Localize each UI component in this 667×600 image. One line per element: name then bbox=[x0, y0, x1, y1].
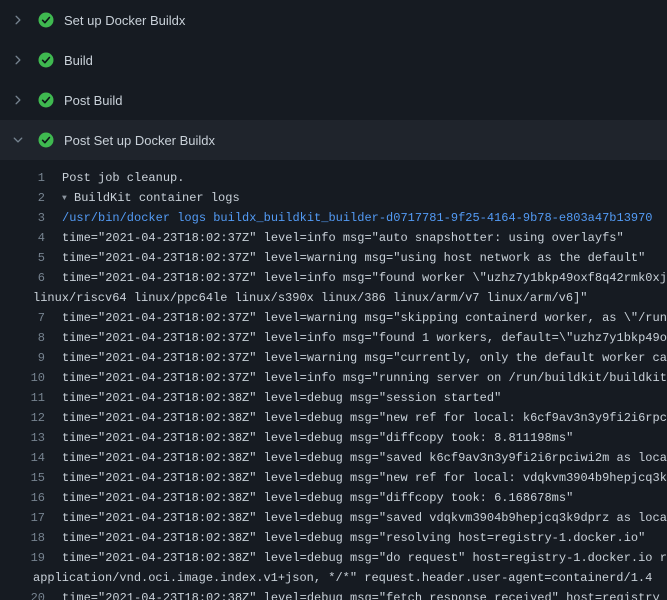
log-text: time="2021-04-23T18:02:38Z" level=debug … bbox=[45, 548, 667, 568]
log-text: time="2021-04-23T18:02:37Z" level=info m… bbox=[45, 368, 667, 388]
log-line-number[interactable]: 4 bbox=[0, 228, 45, 248]
log-command-text: /usr/bin/docker logs buildx_buildkit_bui… bbox=[45, 208, 667, 228]
check-circle-icon bbox=[38, 132, 54, 148]
log-text: time="2021-04-23T18:02:38Z" level=debug … bbox=[45, 468, 667, 488]
log-line-19-wrap: application/vnd.oci.image.index.v1+json,… bbox=[0, 568, 667, 588]
log-line-number[interactable]: 12 bbox=[0, 408, 45, 428]
log-text: time="2021-04-23T18:02:37Z" level=warnin… bbox=[45, 308, 667, 328]
log-line-number[interactable]: 2 bbox=[0, 188, 45, 208]
log-line-14: 14time="2021-04-23T18:02:38Z" level=debu… bbox=[0, 448, 667, 468]
log-line-number[interactable]: 14 bbox=[0, 448, 45, 468]
log-line-number[interactable]: 1 bbox=[0, 168, 45, 188]
log-line-16: 16time="2021-04-23T18:02:38Z" level=debu… bbox=[0, 488, 667, 508]
log-line-number[interactable]: 18 bbox=[0, 528, 45, 548]
section-header-build[interactable]: Build bbox=[0, 40, 667, 80]
section-label: Set up Docker Buildx bbox=[64, 13, 185, 28]
log-line-7: 7time="2021-04-23T18:02:37Z" level=warni… bbox=[0, 308, 667, 328]
log-line-number[interactable]: 7 bbox=[0, 308, 45, 328]
log-line-number[interactable]: 6 bbox=[0, 268, 45, 288]
log-text: time="2021-04-23T18:02:38Z" level=debug … bbox=[45, 508, 667, 528]
log-line-number[interactable]: 19 bbox=[0, 548, 45, 568]
log-line-18: 18time="2021-04-23T18:02:38Z" level=debu… bbox=[0, 528, 667, 548]
check-circle-icon bbox=[38, 12, 54, 28]
log-line-number[interactable]: 11 bbox=[0, 388, 45, 408]
log-text: time="2021-04-23T18:02:38Z" level=debug … bbox=[45, 408, 667, 428]
log-line-number[interactable]: 16 bbox=[0, 488, 45, 508]
log-line-3: 3/usr/bin/docker logs buildx_buildkit_bu… bbox=[0, 208, 667, 228]
log-line-number[interactable]: 15 bbox=[0, 468, 45, 488]
log-line-15: 15time="2021-04-23T18:02:38Z" level=debu… bbox=[0, 468, 667, 488]
log-text: time="2021-04-23T18:02:38Z" level=debug … bbox=[45, 448, 667, 468]
group-collapse-icon[interactable]: ▼ bbox=[62, 189, 67, 208]
log-text: time="2021-04-23T18:02:37Z" level=warnin… bbox=[45, 348, 667, 368]
log-line-12: 12time="2021-04-23T18:02:38Z" level=debu… bbox=[0, 408, 667, 428]
log-text: time="2021-04-23T18:02:37Z" level=info m… bbox=[45, 268, 667, 288]
log-text: time="2021-04-23T18:02:38Z" level=debug … bbox=[45, 388, 667, 408]
log-line-number[interactable]: 5 bbox=[0, 248, 45, 268]
log-text: Post job cleanup. bbox=[45, 168, 667, 188]
log-line-8: 8time="2021-04-23T18:02:37Z" level=info … bbox=[0, 328, 667, 348]
chevron-right-icon bbox=[12, 54, 24, 66]
log-line-number[interactable]: 20 bbox=[0, 588, 45, 600]
log-line-2: 2▼ BuildKit container logs bbox=[0, 188, 667, 208]
log-line-10: 10time="2021-04-23T18:02:37Z" level=info… bbox=[0, 368, 667, 388]
log-line-17: 17time="2021-04-23T18:02:38Z" level=debu… bbox=[0, 508, 667, 528]
log-line-6-wrap: linux/riscv64 linux/ppc64le linux/s390x … bbox=[0, 288, 667, 308]
log-content: 1Post job cleanup.2▼ BuildKit container … bbox=[0, 160, 667, 600]
log-line-number[interactable]: 17 bbox=[0, 508, 45, 528]
log-line-11: 11time="2021-04-23T18:02:38Z" level=debu… bbox=[0, 388, 667, 408]
section-header-post-build[interactable]: Post Build bbox=[0, 80, 667, 120]
section-label: Post Set up Docker Buildx bbox=[64, 133, 215, 148]
log-text: time="2021-04-23T18:02:37Z" level=warnin… bbox=[45, 248, 667, 268]
log-line-19: 19time="2021-04-23T18:02:38Z" level=debu… bbox=[0, 548, 667, 568]
section-header-set-up-docker-buildx[interactable]: Set up Docker Buildx bbox=[0, 0, 667, 40]
log-line-4: 4time="2021-04-23T18:02:37Z" level=info … bbox=[0, 228, 667, 248]
log-text: time="2021-04-23T18:02:38Z" level=debug … bbox=[45, 488, 667, 508]
log-line-9: 9time="2021-04-23T18:02:37Z" level=warni… bbox=[0, 348, 667, 368]
chevron-down-icon bbox=[12, 134, 24, 146]
log-text: time="2021-04-23T18:02:38Z" level=debug … bbox=[45, 528, 667, 548]
log-line-1: 1Post job cleanup. bbox=[0, 168, 667, 188]
log-line-number[interactable]: 8 bbox=[0, 328, 45, 348]
log-line-6: 6time="2021-04-23T18:02:37Z" level=info … bbox=[0, 268, 667, 288]
section-header-post-set-up-docker-buildx[interactable]: Post Set up Docker Buildx bbox=[0, 120, 667, 160]
log-line-13: 13time="2021-04-23T18:02:38Z" level=debu… bbox=[0, 428, 667, 448]
log-line-number[interactable]: 9 bbox=[0, 348, 45, 368]
log-line-number[interactable]: 3 bbox=[0, 208, 45, 228]
log-line-20: 20time="2021-04-23T18:02:38Z" level=debu… bbox=[0, 588, 667, 600]
check-circle-icon bbox=[38, 92, 54, 108]
section-label: Build bbox=[64, 53, 93, 68]
log-group-header[interactable]: ▼ BuildKit container logs bbox=[45, 188, 667, 208]
chevron-right-icon bbox=[12, 14, 24, 26]
log-line-number[interactable]: 10 bbox=[0, 368, 45, 388]
section-label: Post Build bbox=[64, 93, 123, 108]
chevron-right-icon bbox=[12, 94, 24, 106]
log-line-number[interactable]: 13 bbox=[0, 428, 45, 448]
check-circle-icon bbox=[38, 52, 54, 68]
actions-log-viewer: Set up Docker Buildx Build Post Build Post … bbox=[0, 0, 667, 600]
log-text: time="2021-04-23T18:02:38Z" level=debug … bbox=[45, 588, 667, 600]
log-line-5: 5time="2021-04-23T18:02:37Z" level=warni… bbox=[0, 248, 667, 268]
log-text: time="2021-04-23T18:02:37Z" level=info m… bbox=[45, 328, 667, 348]
log-text: time="2021-04-23T18:02:38Z" level=debug … bbox=[45, 428, 667, 448]
log-text: time="2021-04-23T18:02:37Z" level=info m… bbox=[45, 228, 667, 248]
